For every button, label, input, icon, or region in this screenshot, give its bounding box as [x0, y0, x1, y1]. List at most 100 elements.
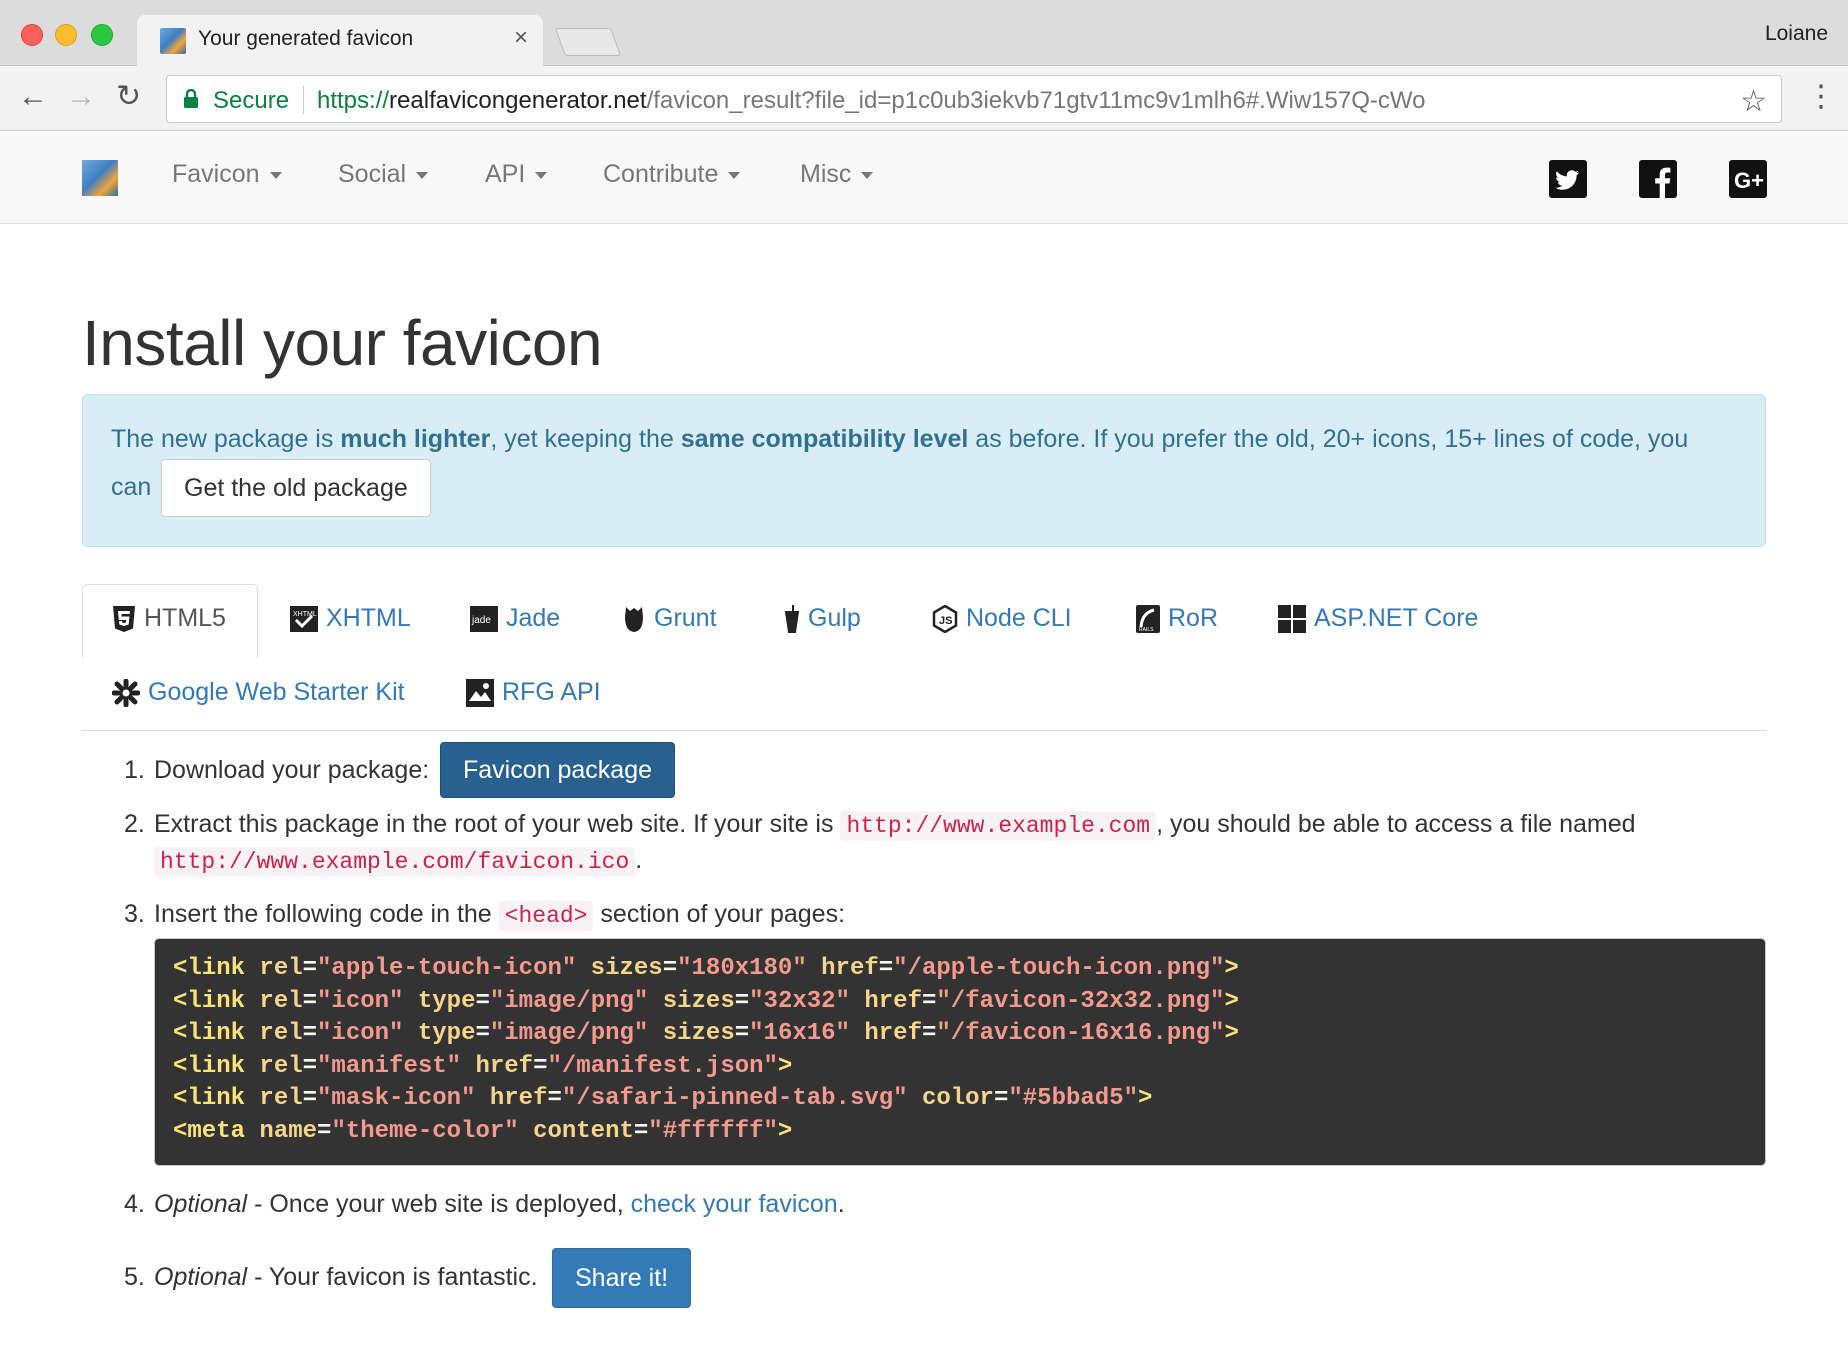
tab-gulp-label: Gulp	[808, 604, 861, 632]
tab-jade[interactable]: jade Jade	[470, 604, 560, 633]
browser-toolbar: ← → ↻ Secure https://realfavicongenerato…	[0, 67, 1848, 131]
reload-icon[interactable]: ↻	[116, 79, 141, 115]
code-token: =	[633, 1117, 649, 1145]
forward-arrow-icon[interactable]: →	[66, 79, 96, 115]
step-5-optional: Optional	[154, 1263, 248, 1291]
code-line: <meta name="theme-color" content="#fffff…	[173, 1116, 1747, 1149]
nav-social-dropdown[interactable]: Social	[338, 160, 429, 189]
code-token: >	[1224, 955, 1239, 982]
code-token: >	[777, 1052, 793, 1080]
code-token: rel	[245, 1052, 303, 1080]
step-4-text: Optional - Once your web site is deploye…	[154, 1190, 845, 1219]
code-token: =	[734, 1020, 750, 1047]
nav-contribute-dropdown[interactable]: Contribute	[603, 160, 741, 189]
code-token: href	[849, 987, 922, 1015]
code-token: =	[302, 987, 318, 1015]
tab-ror[interactable]: RAILS RoR	[1136, 604, 1218, 633]
code-token: =	[878, 955, 894, 982]
code-token: "/manifest.json"	[547, 1052, 778, 1080]
page-title: Install your favicon	[82, 307, 603, 379]
caret-down-icon	[861, 171, 874, 179]
url-scheme: https://	[317, 87, 390, 114]
alert-bold-1: much lighter	[340, 425, 491, 453]
code-token: =	[533, 1052, 548, 1080]
zoom-window-button[interactable]	[91, 24, 113, 46]
starter-kit-icon	[112, 678, 140, 707]
nav-social-label: Social	[338, 160, 407, 188]
caret-down-icon	[269, 171, 282, 179]
code-token: =	[317, 1117, 332, 1145]
tab-rfg-api[interactable]: RFG API	[466, 678, 601, 707]
code-line: <link rel="icon" type="image/png" sizes=…	[173, 986, 1747, 1019]
code-token: sizes	[648, 987, 735, 1015]
gulp-icon	[784, 604, 800, 633]
get-old-package-button[interactable]: Get the old package	[161, 459, 431, 517]
html5-icon	[113, 605, 135, 632]
svg-text:jade: jade	[471, 615, 491, 626]
alert-text-1: The new package is	[111, 425, 341, 453]
google-plus-icon[interactable]: G+	[1729, 160, 1767, 198]
html-code-block[interactable]: <link rel="apple-touch-icon" sizes="180x…	[154, 938, 1766, 1166]
tab-grunt-label: Grunt	[654, 604, 717, 632]
new-tab-button[interactable]	[554, 28, 622, 56]
svg-text:XHTML: XHTML	[293, 611, 317, 618]
nav-misc-dropdown[interactable]: Misc	[800, 160, 874, 189]
browser-menu-icon[interactable]: ⋮	[1806, 79, 1836, 115]
code-token: href	[806, 955, 879, 982]
nav-favicon-dropdown[interactable]: Favicon	[172, 160, 282, 189]
nodejs-icon: JS	[932, 604, 958, 633]
code-token: <link	[173, 1052, 246, 1080]
minimize-window-button[interactable]	[55, 24, 77, 46]
step-3-number: 3.	[124, 900, 145, 928]
nav-api-dropdown[interactable]: API	[485, 160, 548, 189]
step-3-text: Insert the following code in the <head> …	[154, 900, 845, 931]
step-5-number: 5.	[124, 1263, 145, 1291]
step-2-text: Extract this package in the root of your…	[154, 810, 1636, 841]
tab-close-icon[interactable]: ×	[514, 24, 528, 52]
code-token: =	[302, 1020, 318, 1047]
bookmark-star-icon[interactable]: ☆	[1740, 84, 1767, 119]
url-text[interactable]: https://realfavicongenerator.net/favicon…	[317, 87, 1425, 115]
tab-google-web-starter-kit[interactable]: Google Web Starter Kit	[112, 678, 405, 707]
code-token: "/favicon-16x16.png"	[936, 1020, 1225, 1047]
check-favicon-link[interactable]: check your favicon	[631, 1190, 838, 1218]
rails-icon: RAILS	[1136, 604, 1160, 633]
address-bar[interactable]: Secure https://realfavicongenerator.net/…	[166, 75, 1782, 123]
code-token: =	[475, 1020, 490, 1047]
favicon-package-button[interactable]: Favicon package	[440, 742, 676, 798]
close-window-button[interactable]	[21, 24, 43, 46]
code-token: >	[1224, 987, 1239, 1015]
tab-xhtml[interactable]: XHTML XHTML	[290, 604, 411, 633]
site-logo[interactable]	[82, 160, 118, 196]
step-5-text-a: - Your favicon is fantastic.	[247, 1263, 538, 1291]
code-line: <link rel="mask-icon" href="/safari-pinn…	[173, 1083, 1747, 1116]
alert-bold-2: same compatibility level	[680, 425, 969, 453]
step-1-text: Download your package:	[154, 756, 430, 784]
browser-tab-bar: Your generated favicon × Loiane	[0, 0, 1848, 67]
nav-favicon-label: Favicon	[172, 160, 260, 188]
tab-grunt[interactable]: Grunt	[622, 604, 717, 633]
code-token: color	[907, 1085, 994, 1112]
code-token: >	[1224, 1020, 1239, 1047]
code-token: type	[403, 987, 476, 1015]
step-4-text-a: - Once your web site is deployed,	[247, 1190, 631, 1218]
nav-api-label: API	[485, 160, 526, 188]
step-2-text-c: .	[635, 846, 643, 874]
browser-tab-title[interactable]: Your generated favicon	[198, 27, 413, 51]
code-token: <link	[173, 987, 246, 1015]
share-it-button[interactable]: Share it!	[552, 1248, 692, 1308]
facebook-icon[interactable]	[1639, 160, 1677, 198]
tab-aspnet-core-label: ASP.NET Core	[1314, 604, 1479, 632]
step-2-number: 2.	[124, 810, 145, 838]
alert-message: The new package is much lighter, yet kee…	[111, 425, 1688, 454]
nav-contribute-label: Contribute	[603, 160, 719, 188]
tab-node-cli[interactable]: JS Node CLI	[932, 604, 1072, 633]
tab-gulp[interactable]: Gulp	[784, 604, 861, 633]
profile-name[interactable]: Loiane	[1765, 22, 1828, 46]
twitter-icon[interactable]	[1549, 160, 1587, 198]
tab-aspnet-core[interactable]: ASP.NET Core	[1278, 604, 1478, 633]
back-arrow-icon[interactable]: ←	[18, 79, 48, 115]
tab-html5[interactable]: HTML5	[112, 604, 226, 633]
code-token: "icon"	[317, 1020, 404, 1047]
step-3-text-a: Insert the following code in the	[154, 900, 499, 928]
